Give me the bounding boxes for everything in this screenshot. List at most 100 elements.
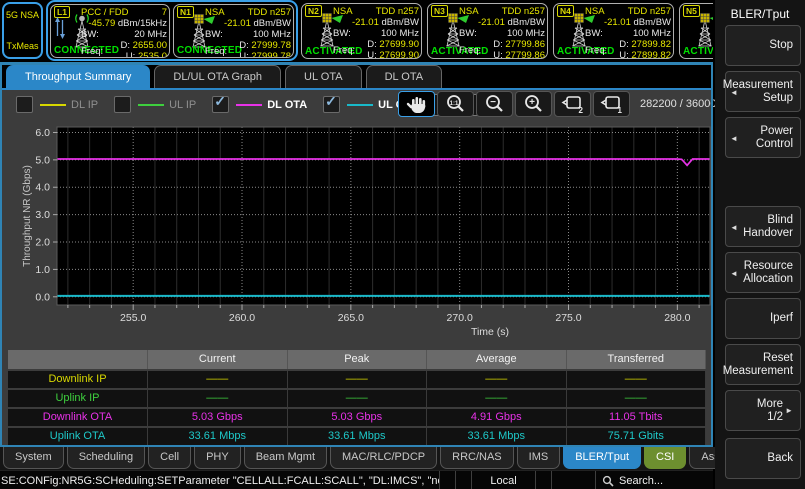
zoom-out-button[interactable]: −	[476, 91, 513, 117]
scpi-command-text: SE:CONFig:NR5G:SCHeduling:SETParameter "…	[0, 475, 439, 487]
softkey-more-1-2[interactable]: More 1/2►	[725, 390, 801, 431]
throughput-chart[interactable]: 255.0260.0265.0270.0275.0280.00.01.02.03…	[0, 121, 713, 346]
softkey-iperf[interactable]: Iperf	[725, 298, 801, 339]
svg-text:0.0: 0.0	[35, 291, 50, 303]
table-value-cell: 75.71 Gbits	[567, 428, 707, 445]
svg-text:1:1: 1:1	[449, 101, 458, 107]
marker-1-button[interactable]: 1	[593, 91, 630, 117]
bottom-tab-ims[interactable]: IMS	[517, 447, 561, 469]
svg-text:1.0: 1.0	[35, 264, 50, 276]
tab-dl-ota[interactable]: DL OTA	[366, 65, 443, 88]
bottom-tab-scheduling[interactable]: Scheduling	[67, 447, 145, 469]
bw-label: BW:	[81, 29, 99, 40]
softkey-back[interactable]: Back	[725, 438, 801, 479]
tab-throughput-summary[interactable]: Throughput Summary	[6, 65, 150, 88]
softkey-measurement-setup[interactable]: ◄Measurement Setup	[725, 71, 801, 112]
cell-panel-n4[interactable]: N4ACTIVATEDNSATDD n257-21.01 dBm/BWBW:10…	[553, 3, 674, 59]
cell-channel-label: 7	[162, 7, 167, 18]
softkey-resource-allocation[interactable]: ◄Resource Allocation	[725, 252, 801, 293]
softkey-label: Back	[767, 452, 793, 465]
cell-info-block: NSATDD n257-21.01 dBm/BWBW:100 MHzFreq:D…	[459, 6, 545, 59]
cell-info-block: PCC / FDD7-45.79 dBm/15kHzBW:20 MHzFreq:…	[81, 7, 167, 58]
svg-text:6.0: 6.0	[35, 127, 50, 139]
cell-level-value: -21.01	[352, 17, 379, 28]
chart-canvas[interactable]: 255.0260.0265.0270.0275.0280.00.01.02.03…	[0, 121, 713, 346]
bottom-tab-csi[interactable]: CSI	[644, 447, 686, 469]
submenu-left-arrow-icon: ◄	[730, 132, 738, 145]
dl-freq-value: 27999.78	[251, 40, 291, 51]
cell-level-unit: dBm/15kHz	[118, 18, 167, 29]
softkey-sidebar: BLER/Tput Stop◄Measurement Setup◄Power C…	[715, 0, 805, 489]
cell-type-label: NSA	[585, 6, 605, 17]
table-value-cell: ——	[288, 371, 428, 388]
svg-text:265.0: 265.0	[338, 312, 364, 324]
softkey-reset-measurement[interactable]: Reset Measurement	[725, 344, 801, 385]
table-value-cell: ——	[288, 390, 428, 407]
legend-checkbox[interactable]	[16, 96, 33, 113]
softkey-label: Iperf	[770, 312, 793, 325]
zoom-fit-button[interactable]: 1:1	[437, 91, 474, 117]
tab-ul-ota[interactable]: UL OTA	[285, 65, 362, 88]
bw-value: 100 MHz	[253, 29, 291, 40]
bw-label: BW:	[585, 28, 603, 39]
freq-label: Freq:	[333, 45, 355, 56]
bottom-tab-beam-mgmt[interactable]: Beam Mgmt	[244, 447, 327, 469]
legend-item-ul-ip: UL IP	[114, 96, 196, 113]
y-axis-label: Throughput NR (Gbps)	[22, 165, 33, 267]
bottom-tab-cell[interactable]: Cell	[148, 447, 191, 469]
softkey-power-control[interactable]: ◄Power Control	[725, 117, 801, 158]
legend-checkbox[interactable]: ✓	[212, 96, 229, 113]
legend-checkbox[interactable]: ✓	[323, 96, 340, 113]
search-field[interactable]: Search...	[595, 471, 713, 489]
softkey-label: Reset Measurement	[723, 352, 793, 378]
cell-panel-l1[interactable]: L1CONNECTEDPCC / FDD7-45.79 dBm/15kHzBW:…	[50, 4, 170, 58]
table-row: Downlink OTA5.03 Gbps5.03 Gbps4.91 Gbps1…	[8, 409, 706, 426]
svg-text:+: +	[529, 97, 535, 108]
more-right-arrow-icon: ►	[785, 404, 793, 417]
svg-text:3.0: 3.0	[35, 209, 50, 221]
tab-dl-ul-ota-graph[interactable]: DL/UL OTA Graph	[154, 65, 281, 88]
bottom-tab-mac-rlc-pdcp[interactable]: MAC/RLC/PDCP	[330, 447, 437, 469]
cell-info-block: NSATDD n257-21.01 dBm/BWBW:100 MHzFreq:D…	[205, 7, 291, 58]
local-mode-indicator: Local	[471, 471, 535, 489]
svg-text:1: 1	[617, 106, 622, 115]
pan-hand-icon	[405, 93, 429, 115]
freq-label: Freq:	[585, 45, 607, 56]
legend-label: UL IP	[169, 99, 196, 111]
bottom-tab-rrc-nas[interactable]: RRC/NAS	[440, 447, 514, 469]
cell-panel-n3[interactable]: N3ACTIVATEDNSATDD n257-21.01 dBm/BWBW:10…	[427, 3, 548, 59]
pan-hand-button[interactable]	[398, 91, 435, 117]
table-value-cell: ——	[567, 371, 707, 388]
table-row: Uplink IP————————	[8, 390, 706, 407]
ul-freq-value: 27999.78	[251, 51, 291, 58]
ul-freq-value: 2535.0	[138, 51, 167, 58]
legend-color-line	[347, 104, 373, 106]
svg-text:−: −	[490, 97, 496, 108]
cell-panel-n5[interactable]: N5ACTIVATED	[679, 3, 713, 59]
bw-label: BW:	[333, 28, 351, 39]
bottom-tab-bler-tput[interactable]: BLER/Tput	[563, 447, 641, 469]
chart-toolbar: 1:1 − +2 1	[398, 91, 630, 117]
softkey-label: Blind Handover	[738, 214, 793, 240]
submenu-left-arrow-icon: ◄	[730, 86, 738, 99]
dl-freq-value: 27699.90	[379, 39, 419, 50]
cell-panel-n2[interactable]: N2ACTIVATEDNSATDD n257-21.01 dBm/BWBW:10…	[301, 3, 422, 59]
dl-freq-label: D:	[367, 39, 377, 50]
marker-2-button[interactable]: 2	[554, 91, 591, 117]
measurement-mode-panel[interactable]: 5G NSA TxMeas	[2, 2, 43, 59]
softkey-stop[interactable]: Stop	[725, 25, 801, 66]
softkey-blind-handover[interactable]: ◄Blind Handover	[725, 206, 801, 247]
ul-freq-value: 27699.90	[379, 50, 419, 59]
cell-level-unit: dBm/BW	[254, 18, 291, 29]
zoom-in-button[interactable]: +	[515, 91, 552, 117]
table-header-cell: Peak	[288, 350, 428, 369]
legend-checkbox[interactable]	[114, 96, 131, 113]
cell-panel-n1[interactable]: N1CONNECTEDNSATDD n257-21.01 dBm/BWBW:10…	[173, 4, 294, 58]
bottom-tab-system[interactable]: System	[3, 447, 64, 469]
bottom-tab-phy[interactable]: PHY	[194, 447, 241, 469]
svg-text:260.0: 260.0	[229, 312, 255, 324]
table-value-cell: 5.03 Gbps	[288, 409, 428, 426]
dl-freq-label: D:	[493, 39, 503, 50]
submenu-left-arrow-icon: ◄	[730, 267, 738, 280]
table-value-cell: 4.91 Gbps	[427, 409, 567, 426]
